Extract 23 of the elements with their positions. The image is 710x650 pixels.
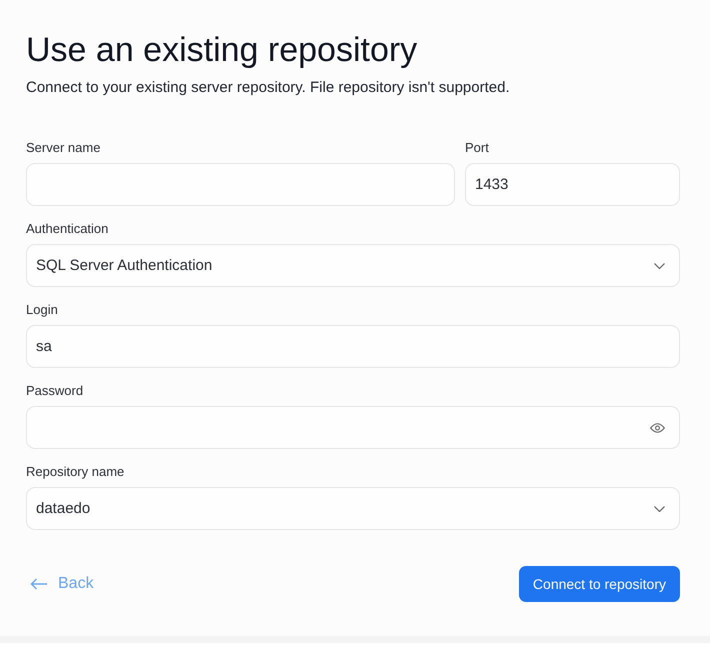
dropdown-field[interactable]: SQL Server Authentication bbox=[26, 244, 680, 287]
text-field[interactable]: sa bbox=[26, 325, 680, 368]
arrow-left-icon bbox=[30, 578, 48, 590]
page-title: Use an existing repository bbox=[26, 30, 418, 71]
connect-button[interactable]: Connect to repository bbox=[518, 566, 680, 602]
field-value: dataedo bbox=[36, 500, 90, 517]
field-value: SQL Server Authentication bbox=[36, 257, 212, 274]
eye-icon[interactable] bbox=[650, 422, 665, 432]
field-label: Password bbox=[26, 383, 84, 399]
field-value: sa bbox=[36, 338, 52, 355]
text-field[interactable]: 1433 bbox=[465, 163, 680, 206]
field-label: Login bbox=[26, 302, 58, 318]
field-label: Repository name bbox=[26, 464, 124, 480]
dropdown-field[interactable]: dataedo bbox=[26, 487, 680, 530]
password-field[interactable] bbox=[26, 406, 680, 449]
field-value: 1433 bbox=[475, 176, 508, 193]
field-label: Authentication bbox=[26, 221, 108, 237]
chevron-down-icon bbox=[654, 506, 665, 512]
chevron-down-icon bbox=[654, 262, 665, 268]
field-label: Server name bbox=[26, 140, 100, 156]
text-field[interactable] bbox=[26, 163, 455, 206]
field-label: Port bbox=[465, 140, 489, 156]
page-subtitle: Connect to your existing server repository. File repository isn't supported. bbox=[26, 78, 511, 98]
